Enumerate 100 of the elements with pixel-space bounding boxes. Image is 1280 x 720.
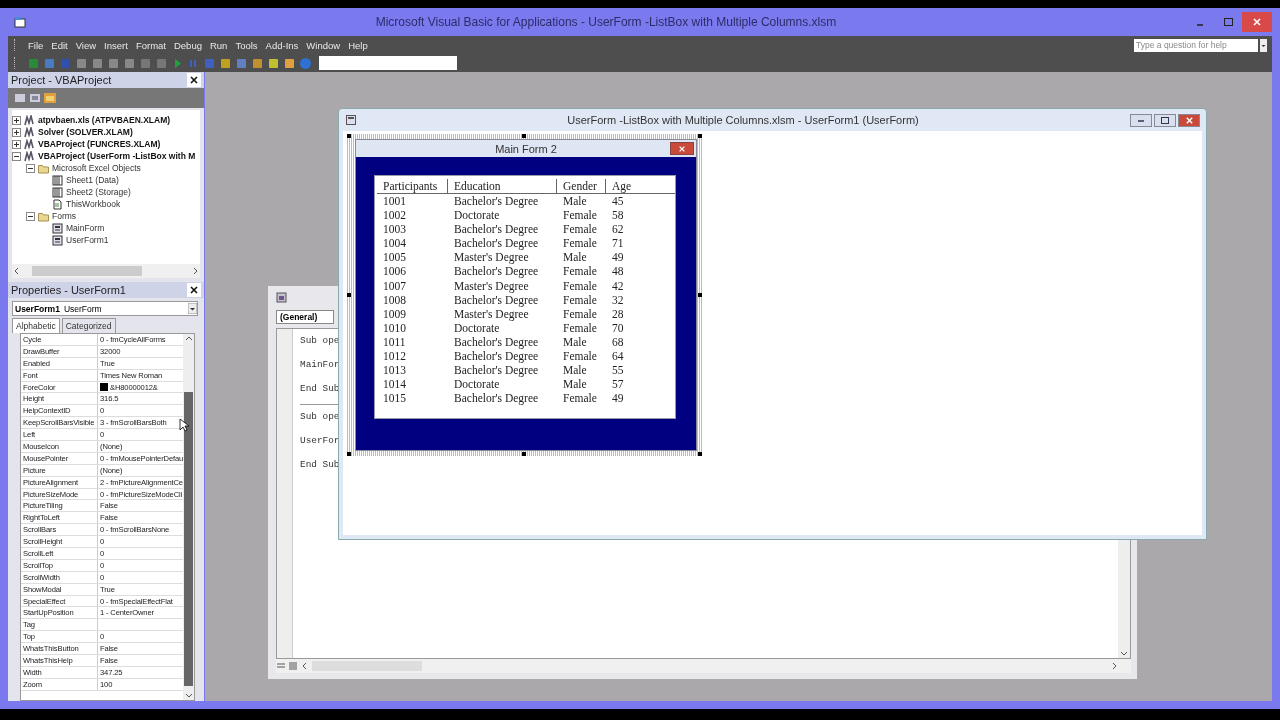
tree-item[interactable]: atpvbaen.xls (ATPVBAEN.XLAM) <box>38 115 171 125</box>
list-cell-text: Female <box>562 349 598 364</box>
menu-item[interactable]: Help <box>344 39 372 51</box>
sizing-handle[interactable] <box>347 134 351 138</box>
minimize-button[interactable] <box>1130 113 1152 127</box>
list-cell-text: 1013 <box>382 363 407 378</box>
list-cell-text: 1012 <box>382 349 407 364</box>
view-code-icon[interactable] <box>14 93 26 103</box>
scrollbar-thumb[interactable] <box>32 266 142 276</box>
list-cell-text: Doctorate <box>453 377 501 392</box>
project-icon <box>24 114 35 126</box>
list-cell-text: 62 <box>611 222 625 237</box>
close-button[interactable] <box>187 73 201 87</box>
project-icon <box>24 150 35 162</box>
list-cell-text: 1011 <box>382 334 407 350</box>
code-line: UserFor <box>300 435 340 446</box>
menu-item[interactable]: Format <box>131 39 170 51</box>
list-cell-text: Female <box>562 391 598 406</box>
list-cell-text: Bachelor's Degree <box>453 391 540 406</box>
sizing-handle[interactable] <box>347 452 351 456</box>
list-cell-text: Bachelor's Degree <box>453 236 540 251</box>
object-dropdown[interactable]: UserForm1 UserForm <box>12 301 198 316</box>
help-search-field[interactable]: Type a question for help <box>1134 38 1258 52</box>
menu-item[interactable]: Edit <box>47 39 72 51</box>
window-title: Microsoft Visual Basic for Applications - UserForm -ListBox with Multiple Columns.xlsm <box>374 15 838 29</box>
menu-item[interactable]: Tools <box>231 39 262 51</box>
column-header: Gender <box>557 179 606 193</box>
menu-item[interactable]: Run <box>205 39 232 51</box>
collapse-icon[interactable] <box>12 151 21 161</box>
collapse-icon[interactable] <box>26 211 35 221</box>
dropdown-arrow-icon[interactable] <box>188 303 197 314</box>
list-cell-text: Master's Degree <box>453 250 530 265</box>
form-caption: Main Form 2 <box>495 142 557 155</box>
list-cell-text: 32 <box>611 292 625 307</box>
sizing-handle[interactable] <box>347 293 351 297</box>
list-cell-text: Bachelor's Degree <box>453 334 540 350</box>
list-cell-text: Female <box>562 278 598 293</box>
menu-item[interactable]: Add-Ins <box>261 39 303 51</box>
folder-icon[interactable] <box>44 93 56 103</box>
tree-item[interactable]: VBAProject (UserForm -ListBox with M <box>38 151 196 161</box>
module-icon <box>276 291 287 303</box>
procedure-view-icon[interactable] <box>276 661 286 671</box>
list-cell-text: Male <box>562 377 588 392</box>
mouse-cursor-icon <box>179 418 189 432</box>
app-icon <box>14 16 26 28</box>
expand-icon[interactable] <box>12 127 21 137</box>
tree-item[interactable]: Sheet1 (Data) <box>66 175 119 185</box>
tree-item[interactable]: Microsoft Excel Objects <box>52 163 141 173</box>
sizing-handle[interactable] <box>698 134 702 138</box>
menu-item[interactable]: Window <box>302 39 345 51</box>
tree-item[interactable]: MainForm <box>66 223 105 233</box>
menu-item[interactable]: View <box>71 39 101 51</box>
object-dropdown[interactable]: (General) <box>276 310 334 324</box>
column-header: Education <box>448 179 557 193</box>
close-icon <box>1184 115 1194 125</box>
menu-item[interactable]: Debug <box>169 39 206 51</box>
list-cell-text: 1007 <box>382 278 407 293</box>
tab[interactable]: Categorized <box>61 318 116 333</box>
close-button[interactable] <box>670 142 694 155</box>
list-cell-text: Female <box>562 236 598 251</box>
view-object-icon[interactable] <box>29 93 41 103</box>
list-box[interactable] <box>374 175 676 419</box>
position-field[interactable] <box>319 56 457 70</box>
project-icon <box>24 138 35 150</box>
tree-item[interactable]: Solver (SOLVER.XLAM) <box>38 127 133 137</box>
panel-title: Project - VBAProject <box>11 74 112 86</box>
list-cell-text: Female <box>562 320 598 335</box>
expand-icon[interactable] <box>12 115 21 125</box>
list-cell-text: 1004 <box>382 236 407 251</box>
sizing-handle[interactable] <box>698 293 702 297</box>
tree-item[interactable]: Forms <box>52 211 77 221</box>
expand-icon[interactable] <box>12 139 21 149</box>
list-cell-text: 1010 <box>382 320 407 335</box>
sheet-icon <box>52 186 63 198</box>
list-cell-text: 1014 <box>382 377 407 392</box>
close-button[interactable] <box>187 283 201 297</box>
tree-item[interactable]: UserForm1 <box>66 235 109 245</box>
menu-item[interactable]: File <box>24 39 48 51</box>
code-line: MainFor <box>300 359 340 370</box>
list-cell-text: 1003 <box>382 222 407 237</box>
list-cell-text: Bachelor's Degree <box>453 264 540 279</box>
column-header: Age <box>611 179 633 193</box>
sizing-handle[interactable] <box>522 134 526 138</box>
tree-item[interactable]: VBAProject (FUNCRES.XLAM) <box>38 139 161 149</box>
menu-item[interactable]: Insert <box>100 39 132 51</box>
tree-item[interactable]: Sheet2 (Storage) <box>66 187 131 197</box>
collapse-icon[interactable] <box>26 163 35 173</box>
tab[interactable]: Alphabetic <box>12 318 60 333</box>
tree-item[interactable]: ThisWorkbook <box>66 199 121 209</box>
sizing-handle[interactable] <box>522 452 526 456</box>
maximize-button[interactable] <box>1154 113 1176 127</box>
list-cell-text: 42 <box>611 278 625 293</box>
list-cell-text: Male <box>562 334 588 350</box>
scrollbar-thumb[interactable] <box>184 392 194 686</box>
list-cell-text: Female <box>562 306 598 321</box>
sizing-handle[interactable] <box>698 452 702 456</box>
list-cell-text: 1015 <box>382 391 407 406</box>
list-cell-text: 49 <box>611 250 625 265</box>
column-header: Participants <box>377 179 448 193</box>
list-cell-text: 70 <box>611 320 625 335</box>
